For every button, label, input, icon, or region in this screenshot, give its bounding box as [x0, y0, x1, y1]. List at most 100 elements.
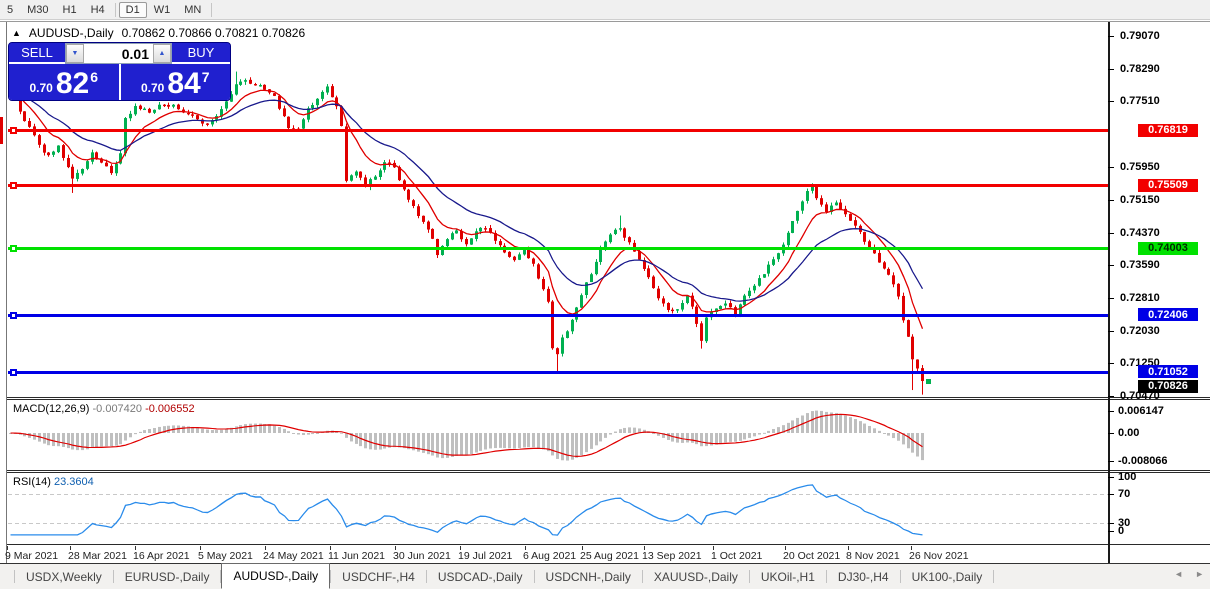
symbol-tab-usdcnh-daily[interactable]: USDCNH-,Daily	[535, 564, 642, 589]
symbol-tab-uk100-daily[interactable]: UK100-,Daily	[901, 564, 994, 589]
price-axis-tick	[1108, 36, 1114, 37]
date-tick-label: 25 Aug 2021	[580, 550, 639, 562]
tab-scroll-arrows: ◄ ►	[1174, 569, 1204, 579]
timeframe-tab-h4[interactable]: H4	[84, 2, 112, 18]
date-tick-label: 30 Jun 2021	[393, 550, 451, 562]
price-axis-tick	[1108, 200, 1114, 201]
price-axis-tick	[1108, 233, 1114, 234]
price-tick-label: 0.72810	[1120, 292, 1160, 304]
macd-axis-label: 0.00	[1118, 427, 1139, 439]
level-handle[interactable]	[10, 182, 17, 189]
symbol-tab-usdcad-daily[interactable]: USDCAD-,Daily	[427, 564, 534, 589]
price-level-badge: 0.76819	[1138, 124, 1198, 137]
level-line-0.76819[interactable]	[8, 129, 1108, 132]
price-macd-divider[interactable]	[7, 397, 1210, 400]
rsi-axis-label-tick	[1108, 494, 1114, 495]
date-tick-label: 5 May 2021	[198, 550, 253, 562]
buy-price-prefix: 0.70	[141, 81, 164, 95]
buy-button[interactable]: BUY	[172, 43, 230, 64]
price-tick-label: 0.75150	[1120, 194, 1160, 206]
level-line-0.71052[interactable]	[8, 371, 1108, 374]
toolbar-separator	[211, 3, 212, 17]
timeframe-tab-m30[interactable]: M30	[20, 2, 55, 18]
rsi-axis-label: 100	[1118, 471, 1136, 483]
sell-price-pipette: 6	[90, 69, 98, 85]
symbol-tab-eurusd-daily[interactable]: EURUSD-,Daily	[114, 564, 221, 589]
timeframe-toolbar: 5M30H1H4 D1W1MN	[0, 0, 1210, 20]
price-axis-separator[interactable]	[1108, 22, 1110, 563]
timeframe-tab-h1[interactable]: H1	[56, 2, 84, 18]
timeframe-tab-d1[interactable]: D1	[119, 2, 147, 18]
rsi-axis-label-tick	[1108, 477, 1114, 478]
sell-button[interactable]: SELL	[9, 43, 65, 64]
one-click-trade-panel: SELL ▼ 0.01 ▲ BUY 0.70 82 6 0.70 84 7	[8, 42, 231, 101]
date-tick-label: 16 Apr 2021	[133, 550, 190, 562]
date-tick-label: 19 Jul 2021	[458, 550, 512, 562]
macd-axis-label: 0.006147	[1118, 405, 1164, 417]
date-tick-label: 8 Nov 2021	[846, 550, 900, 562]
chart-window-left-border	[6, 22, 7, 563]
symbol-tab-audusd-daily[interactable]: AUDUSD-,Daily	[221, 563, 330, 589]
macd-rsi-divider[interactable]	[7, 470, 1210, 473]
level-handle[interactable]	[10, 127, 17, 134]
price-level-badge: 0.74003	[1138, 242, 1198, 255]
timeframe-tab-mn[interactable]: MN	[177, 2, 208, 18]
price-axis-tick	[1108, 69, 1114, 70]
lot-decrease-button[interactable]: ▼	[66, 44, 84, 63]
date-tick-label: 1 Oct 2021	[711, 550, 762, 562]
price-tick-label: 0.79070	[1120, 30, 1160, 42]
buy-price-button[interactable]: 0.70 84 7	[121, 64, 231, 100]
clipped-candle-fragment	[0, 117, 3, 144]
date-tick-label: 9 Mar 2021	[5, 550, 58, 562]
sell-price-prefix: 0.70	[29, 81, 52, 95]
lot-size-input[interactable]: 0.01	[84, 44, 153, 63]
date-tick-label: 13 Sep 2021	[642, 550, 702, 562]
rsi-axis-label-tick	[1108, 523, 1114, 524]
symbol-tab-ukoil-h1[interactable]: UKOil-,H1	[750, 564, 826, 589]
level-handle[interactable]	[10, 369, 17, 376]
price-axis-tick	[1108, 363, 1114, 364]
price-axis-tick	[1108, 167, 1114, 168]
symbol-tab-usdchf-h4[interactable]: USDCHF-,H4	[331, 564, 426, 589]
price-tick-label: 0.77510	[1120, 95, 1160, 107]
timeframe-tab-5[interactable]: 5	[0, 2, 20, 18]
price-level-badge: 0.71052	[1138, 365, 1198, 378]
chart-tab-bar: USDX,WeeklyEURUSD-,DailyAUDUSD-,DailyUSD…	[0, 564, 1210, 589]
sell-price-big-digits: 82	[56, 69, 89, 99]
macd-axis-label-tick	[1108, 411, 1114, 412]
price-tick-label: 0.72030	[1120, 325, 1160, 337]
date-tick-label: 6 Aug 2021	[523, 550, 576, 562]
price-level-badge: 0.72406	[1138, 308, 1198, 321]
tab-scroll-left-icon[interactable]: ◄	[1174, 569, 1183, 579]
tab-separator	[993, 570, 994, 583]
level-line-0.74003[interactable]	[8, 247, 1108, 250]
date-tick-label: 24 May 2021	[263, 550, 324, 562]
macd-axis-label-tick	[1108, 433, 1114, 434]
level-line-0.72406[interactable]	[8, 314, 1108, 317]
level-line-0.75509[interactable]	[8, 184, 1108, 187]
rsi-axis-label-tick	[1108, 531, 1114, 532]
price-tick-label: 0.75950	[1120, 161, 1160, 173]
symbol-tab-usdx-weekly[interactable]: USDX,Weekly	[15, 564, 113, 589]
macd-axis-label-tick	[1108, 461, 1114, 462]
price-axis-tick	[1108, 265, 1114, 266]
price-level-badge: 0.75509	[1138, 179, 1198, 192]
date-tick-label: 20 Oct 2021	[783, 550, 840, 562]
tab-scroll-right-icon[interactable]: ►	[1195, 569, 1204, 579]
price-axis-tick	[1108, 298, 1114, 299]
timeframe-tab-w1[interactable]: W1	[147, 2, 178, 18]
sell-price-button[interactable]: 0.70 82 6	[9, 64, 119, 100]
date-tick-label: 11 Jun 2021	[328, 550, 385, 562]
level-handle[interactable]	[10, 312, 17, 319]
price-tick-label: 0.78290	[1120, 63, 1160, 75]
lot-increase-button[interactable]: ▲	[153, 44, 171, 63]
rsi-axis-label: 0	[1118, 525, 1124, 537]
lot-size-spinner: ▼ 0.01 ▲	[65, 43, 172, 64]
rsi-canvas	[8, 475, 1108, 543]
price-axis-tick	[1108, 101, 1114, 102]
level-handle[interactable]	[10, 245, 17, 252]
price-tick-label: 0.74370	[1120, 227, 1160, 239]
symbol-tab-xauusd-daily[interactable]: XAUUSD-,Daily	[643, 564, 749, 589]
symbol-tab-dj30-h4[interactable]: DJ30-,H4	[827, 564, 900, 589]
mt4-terminal: 5M30H1H4D1W1MN ▲ AUDUSD-,Daily 0.70862 0…	[0, 0, 1210, 589]
